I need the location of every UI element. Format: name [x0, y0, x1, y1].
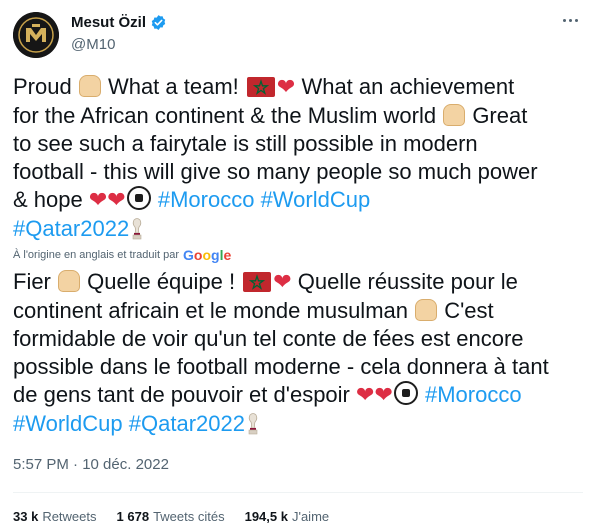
red-heart-icon: ❤: [356, 383, 375, 408]
stat-label: Retweets: [42, 509, 97, 524]
translated-line: #WorldCup #Qatar2022: [13, 410, 588, 438]
tweet-text-segment: What an achievement: [295, 74, 515, 99]
stat-label: Tweets cités: [153, 509, 225, 524]
red-heart-icon: ❤: [107, 188, 126, 213]
world-cup-trophy-icon: [131, 218, 143, 240]
translated-line: possible dans le football moderne - cela…: [13, 353, 588, 381]
divider: [13, 492, 583, 493]
original-line: #Qatar2022: [13, 215, 588, 243]
translated-line: Fier Quelle équipe ! ❤ Quelle réussite p…: [13, 268, 588, 297]
praying-hands-icon: [78, 75, 101, 97]
translated-line: de gens tant de pouvoir et d'espoir ❤❤ #…: [13, 381, 588, 410]
m10-logo-icon: [13, 12, 59, 58]
more-options-icon[interactable]: [556, 10, 584, 30]
likes-stat[interactable]: 194,5 k J'aime: [245, 509, 330, 524]
stat-count: 194,5 k: [244, 509, 288, 524]
translation-note-text: À l'origine en anglais et traduit par: [13, 249, 179, 261]
avatar[interactable]: [13, 12, 59, 58]
world-cup-trophy-icon: [247, 413, 259, 435]
tweet: Mesut Özil @M10 Proud What a team! ❤ Wha…: [0, 0, 595, 532]
tweet-text-translated: Fier Quelle équipe ! ❤ Quelle réussite p…: [13, 268, 588, 438]
red-heart-icon: ❤: [276, 75, 296, 100]
tweet-text-segment: for the African continent & the Muslim w…: [13, 103, 443, 128]
tweet-text-original: Proud What a team! ❤ What an achievement…: [13, 73, 588, 243]
original-line: for the African continent & the Muslim w…: [13, 102, 588, 130]
soccer-ball-icon: [126, 186, 151, 210]
hashtag-link[interactable]: #Qatar2022: [13, 216, 129, 241]
tweet-text-segment: C'est: [438, 298, 494, 323]
translated-line: formidable de voir qu'un tel conte de fé…: [13, 325, 588, 353]
tweet-timestamp[interactable]: 5:57 PM · 10 déc. 2022: [13, 456, 169, 473]
translated-line: continent africain et le monde musulman …: [13, 297, 588, 325]
tweet-text-segment: Quelle réussite pour le: [291, 269, 518, 294]
morocco-flag-icon: [246, 77, 275, 97]
tweet-text-segment: Quelle équipe !: [81, 269, 242, 294]
stat-count: 1 678: [116, 509, 150, 524]
red-heart-icon: ❤: [88, 188, 108, 213]
tweet-text-segment: Proud: [13, 74, 78, 99]
original-line: & hope ❤❤ #Morocco #WorldCup: [13, 186, 588, 215]
tweet-text-segment: & hope: [13, 187, 89, 212]
tweet-text-segment: Great: [466, 103, 528, 128]
tweet-stats: 33 k Retweets 1 678 Tweets cités 194,5 k J'ai…: [13, 509, 349, 524]
stat-count: 33 k: [13, 509, 39, 524]
quote-tweets-stat[interactable]: 1 678 Tweets cités: [117, 509, 225, 524]
author-name-row: Mesut Özil: [71, 14, 167, 31]
morocco-flag-icon: [243, 272, 272, 292]
hashtag-link[interactable]: #WorldCup: [13, 411, 123, 436]
praying-hands-icon: [443, 104, 466, 126]
google-logo: Google: [182, 247, 232, 263]
soccer-ball-icon: [393, 381, 418, 405]
praying-hands-icon: [58, 270, 80, 292]
tweet-text-segment: football - this will give so many people…: [13, 159, 538, 184]
original-line: to see such a fairytale is still possibl…: [13, 130, 588, 158]
red-heart-icon: ❤: [374, 383, 393, 408]
tweet-text-segment: de gens tant de pouvoir et d'espoir: [13, 382, 356, 407]
hashtag-link[interactable]: #Qatar2022: [129, 411, 245, 436]
original-line: football - this will give so many people…: [13, 158, 588, 186]
tweet-text-segment: to see such a fairytale is still possibl…: [13, 131, 478, 156]
red-heart-icon: ❤: [273, 270, 292, 295]
stat-label: J'aime: [291, 509, 330, 524]
hashtag-link[interactable]: #Morocco: [158, 187, 255, 212]
retweets-stat[interactable]: 33 k Retweets: [13, 509, 97, 524]
display-name[interactable]: Mesut Özil: [71, 14, 146, 31]
tweet-text-segment: formidable de voir qu'un tel conte de fé…: [13, 326, 524, 351]
original-line: Proud What a team! ❤ What an achievement: [13, 73, 588, 102]
handle[interactable]: @M10: [71, 36, 115, 53]
translation-note: À l'origine en anglais et traduit par Go…: [13, 247, 231, 263]
verified-badge-icon: [150, 14, 167, 31]
praying-hands-icon: [415, 299, 438, 321]
tweet-text-segment: Fier: [13, 269, 57, 294]
tweet-text-segment: What a team!: [101, 74, 245, 99]
tweet-text-segment: possible dans le football moderne - cela…: [13, 354, 549, 379]
hashtag-link[interactable]: #WorldCup: [261, 187, 371, 212]
hashtag-link[interactable]: #Morocco: [425, 382, 522, 407]
tweet-text-segment: continent africain et le monde musulman: [13, 298, 415, 323]
